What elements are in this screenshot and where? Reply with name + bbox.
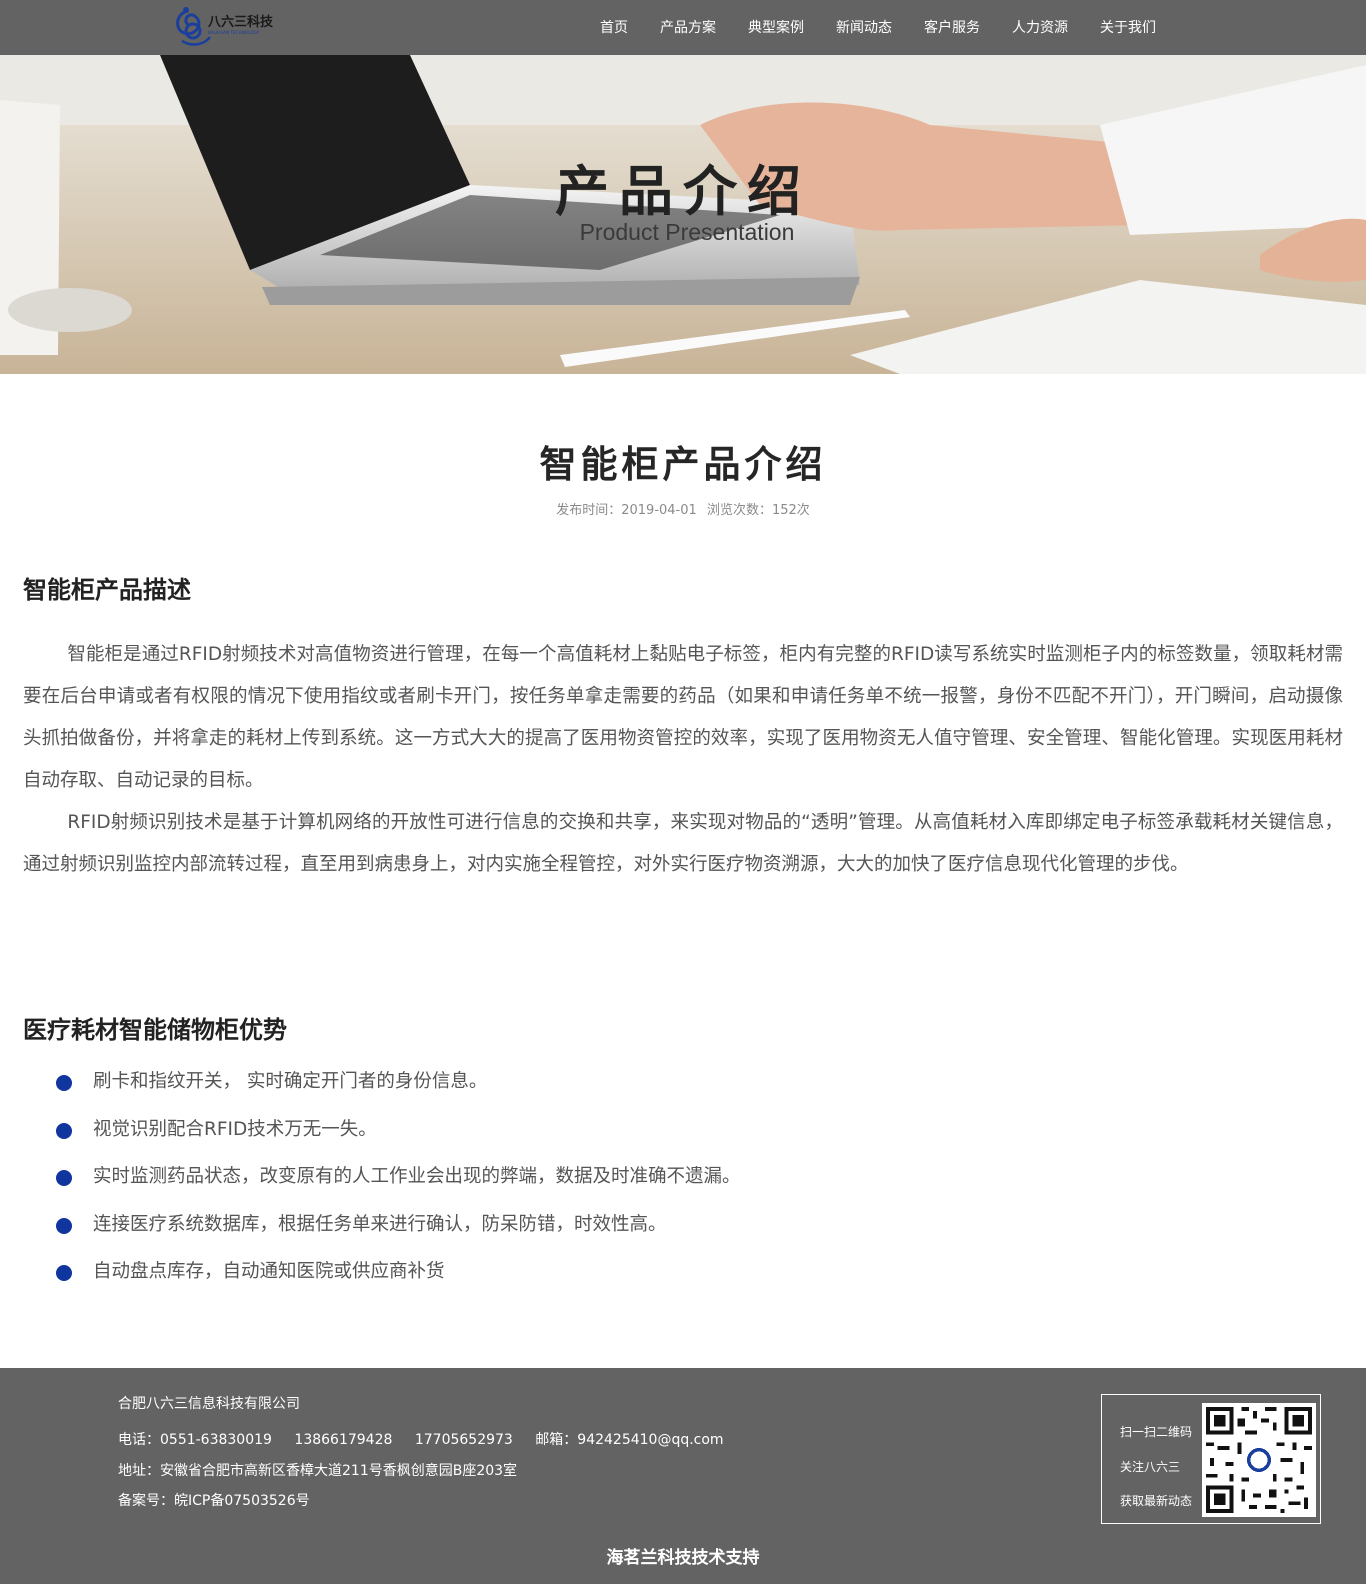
qr-caption: 扫一扫二维码 关注八六三 获取最新动态 <box>1120 1415 1192 1519</box>
footer-contact: 电话：0551-63830019 13866179428 17705652973… <box>118 1429 742 1449</box>
svg-text:八六三科技: 八六三科技 <box>207 14 274 30</box>
list-item-text: 视觉识别配合RFID技术万无一失。 <box>93 1118 377 1140</box>
svg-text:BALIUSAN TECHNOLOGY: BALIUSAN TECHNOLOGY <box>208 30 260 35</box>
qr-code-icon <box>1202 1403 1316 1517</box>
list-item-text: 实时监测药品状态，改变原有的人工作业会出现的弊端，数据及时准确不遗漏。 <box>93 1166 741 1187</box>
bullet-icon <box>56 1170 72 1186</box>
publish-date: 发布时间：2019-04-01 <box>556 503 697 518</box>
main-nav: 首页 产品方案 典型案例 新闻动态 客户服务 人力资源 关于我们 <box>600 0 1188 55</box>
top-navigation-bar: 八六三科技 BALIUSAN TECHNOLOGY 首页 产品方案 典型案例 新… <box>0 0 1366 55</box>
bullet-icon <box>56 1075 72 1091</box>
footer-mobile-1: 13866179428 <box>294 1432 393 1448</box>
footer-company-name: 合肥八六三信息科技有限公司 <box>118 1396 300 1412</box>
article-title: 智能柜产品介绍 <box>539 443 827 486</box>
footer-credit: 海茗兰科技技术支持 <box>606 1548 760 1568</box>
nav-products[interactable]: 产品方案 <box>660 0 716 55</box>
list-item: 刷卡和指纹开关， 实时确定开门者的身份信息。 <box>53 1068 741 1116</box>
footer-address: 地址：安徽省合肥市高新区香樟大道211号香枫创意园B座203室 <box>118 1463 518 1479</box>
article-meta: 发布时间：2019-04-01 浏览次数：152次 <box>0 499 1366 518</box>
hero-banner: 产品介绍 Product Presentation <box>0 55 1366 374</box>
nav-cases[interactable]: 典型案例 <box>748 0 804 55</box>
description-paragraph: RFID射频识别技术是基于计算机网络的开放性可进行信息的交换和共享，来实现对物品… <box>23 812 1343 875</box>
bullet-icon <box>56 1217 72 1234</box>
list-item: 视觉识别配合RFID技术万无一失。 <box>53 1116 741 1164</box>
footer-mobile-2: 17705652973 <box>414 1432 513 1448</box>
footer-phone: 电话：0551-63830019 <box>118 1432 272 1448</box>
bullet-icon <box>56 1122 72 1139</box>
nav-about[interactable]: 关于我们 <box>1100 0 1156 55</box>
site-footer: 合肥八六三信息科技有限公司 电话：0551-63830019 138661794… <box>0 1368 1366 1584</box>
qr-code-panel: 扫一扫二维码 关注八六三 获取最新动态 <box>1101 1394 1321 1524</box>
list-item: 自动盘点库存，自动通知医院或供应商补货 <box>53 1258 741 1306</box>
view-count: 浏览次数：152次 <box>706 503 810 518</box>
nav-news[interactable]: 新闻动态 <box>836 0 892 55</box>
qr-caption-line: 关注八六三 <box>1120 1459 1181 1474</box>
banner-title: 产品介绍 <box>555 159 811 223</box>
footer-email[interactable]: 邮箱：942425410@qq.com <box>535 1432 723 1448</box>
advantages-list: 刷卡和指纹开关， 实时确定开门者的身份信息。 视觉识别配合RFID技术万无一失。… <box>53 1068 741 1306</box>
list-item-text: 自动盘点库存，自动通知医院或供应商补货 <box>93 1261 445 1282</box>
company-logo[interactable]: 八六三科技 BALIUSAN TECHNOLOGY <box>174 3 284 53</box>
list-item: 实时监测药品状态，改变原有的人工作业会出现的弊端，数据及时准确不遗漏。 <box>53 1163 741 1211</box>
description-body: 智能柜是通过RFID射频技术对高值物资进行管理，在每一个高值耗材上黏贴电子标签，… <box>23 634 1343 886</box>
logo-mark-icon: 八六三科技 BALIUSAN TECHNOLOGY <box>176 7 274 46</box>
list-item-text: 连接医疗系统数据库，根据任务单来进行确认，防呆防错，时效性高。 <box>93 1213 667 1235</box>
nav-hr[interactable]: 人力资源 <box>1012 0 1068 55</box>
footer-icp[interactable]: 备案号：皖ICP备07503526号 <box>118 1490 310 1510</box>
qr-caption-line: 获取最新动态 <box>1120 1494 1193 1508</box>
qr-caption-line: 扫一扫二维码 <box>1120 1425 1193 1439</box>
description-paragraph: 智能柜是通过RFID射频技术对高值物资进行管理，在每一个高值耗材上黏贴电子标签，… <box>23 644 1343 791</box>
list-item: 连接医疗系统数据库，根据任务单来进行确认，防呆防错，时效性高。 <box>53 1211 741 1259</box>
banner-subtitle: Product Presentation <box>579 219 795 245</box>
nav-service[interactable]: 客户服务 <box>924 0 980 55</box>
section-heading-advantages: 医疗耗材智能储物柜优势 <box>23 1016 287 1044</box>
nav-home[interactable]: 首页 <box>600 0 628 55</box>
bullet-icon <box>56 1265 72 1281</box>
list-item-text: 刷卡和指纹开关， 实时确定开门者的身份信息。 <box>93 1071 488 1092</box>
section-heading-description: 智能柜产品描述 <box>23 576 191 604</box>
qr-code-image <box>1202 1403 1316 1517</box>
